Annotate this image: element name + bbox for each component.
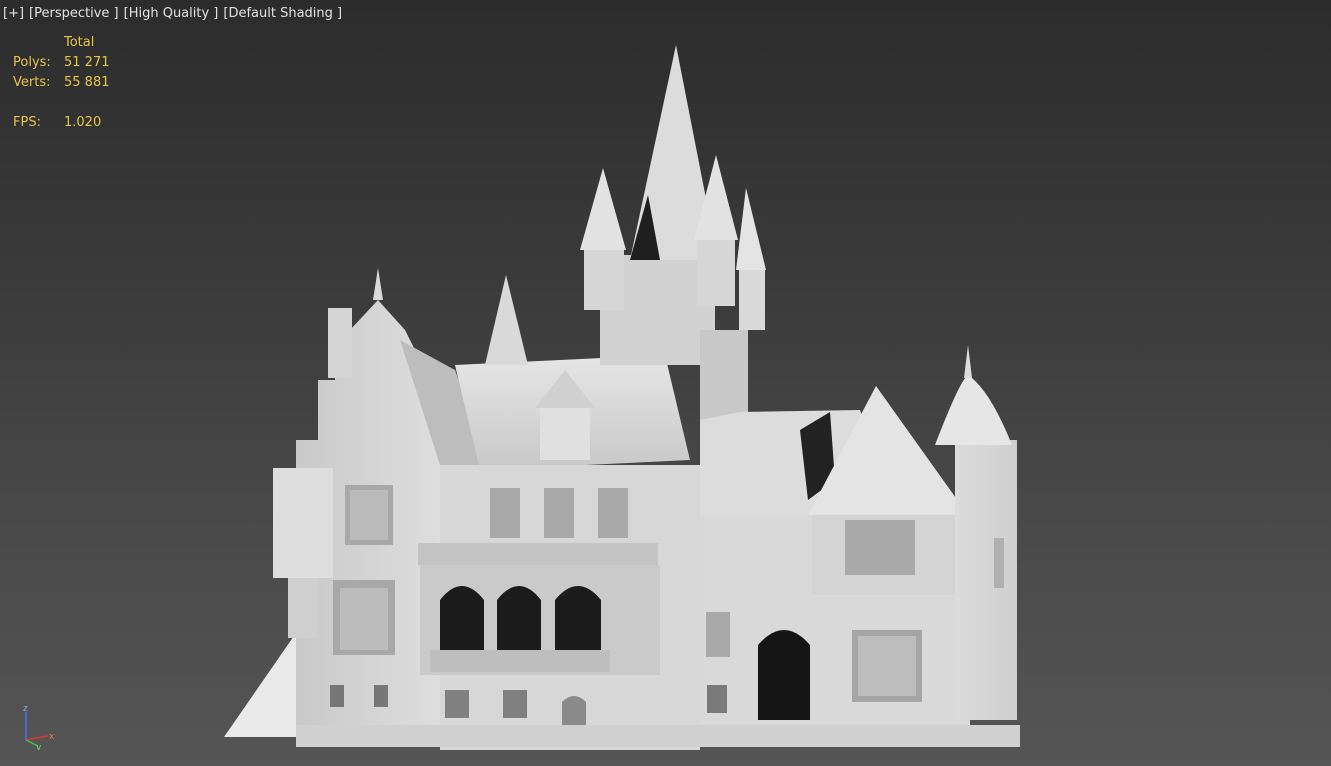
- left-chimney: [328, 308, 352, 378]
- left-spire: [485, 275, 528, 365]
- castle-model[interactable]: [0, 0, 1331, 766]
- window: [845, 520, 915, 575]
- balcony: [418, 543, 658, 565]
- corner-turret-spire: [736, 188, 766, 270]
- window: [350, 490, 388, 540]
- arch-opening: [555, 586, 601, 650]
- window: [598, 488, 628, 538]
- axis-x-label: x: [49, 732, 55, 742]
- window: [445, 690, 469, 718]
- ground-ramp: [224, 633, 300, 737]
- base-plinth: [296, 725, 1020, 747]
- left-bay-window: [273, 468, 333, 578]
- window: [340, 588, 388, 650]
- axis-z-label: z: [23, 704, 28, 714]
- axis-gizmo: z x y: [23, 704, 55, 750]
- gate-arch: [758, 630, 810, 720]
- window: [490, 488, 520, 538]
- round-tower: [955, 440, 1017, 720]
- corner-turret: [697, 238, 735, 306]
- window: [330, 685, 344, 707]
- window: [374, 685, 388, 707]
- window: [706, 612, 730, 657]
- arch-opening: [497, 586, 541, 650]
- corner-turret-spire: [580, 168, 626, 250]
- window: [503, 690, 527, 718]
- left-bay-base: [288, 578, 318, 638]
- axis-y-label: y: [36, 743, 42, 750]
- window: [707, 685, 727, 713]
- left-gable-spire: [373, 268, 383, 300]
- round-tower-window: [994, 538, 1004, 588]
- loggia-railing: [430, 650, 610, 672]
- window: [858, 636, 916, 696]
- central-dormer: [540, 405, 590, 460]
- tower-shaft: [700, 330, 748, 420]
- arch-opening: [440, 586, 484, 650]
- round-tower-dome: [935, 375, 1012, 445]
- 3d-viewport[interactable]: [+] [Perspective ] [High Quality ] [Defa…: [0, 0, 1331, 766]
- corner-turret: [584, 248, 624, 310]
- corner-turret: [739, 268, 765, 330]
- round-tower-spire: [964, 345, 972, 378]
- window: [544, 488, 574, 538]
